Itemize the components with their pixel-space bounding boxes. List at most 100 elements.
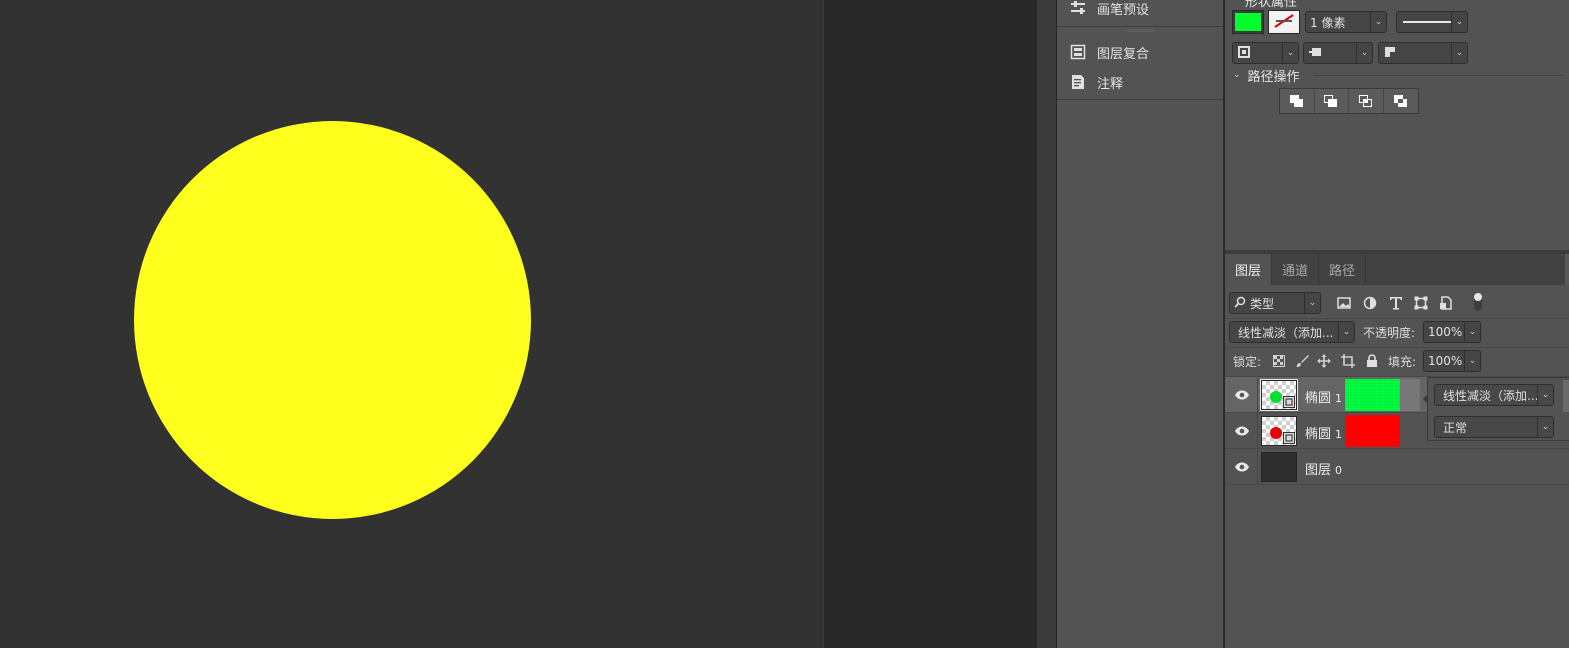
panel-dock-strip[interactable] <box>1037 0 1057 648</box>
tab-layers[interactable]: 图层 <box>1225 254 1273 285</box>
artboard-icon <box>1341 354 1355 368</box>
stroke-caps-dropdown[interactable]: ⌄ <box>1303 42 1373 64</box>
path-operations-header[interactable]: ⌄ 路径操作 <box>1233 66 1300 85</box>
layers-panel: 图层 通道 路径 类型 ⌄ 线性减淡（添加... ⌄ 不透明度: 100% ⌄ … <box>1225 254 1569 648</box>
document-canvas[interactable] <box>0 0 823 648</box>
type-icon <box>1390 297 1402 310</box>
blend-opacity-row: 线性减淡（添加... ⌄ 不透明度: 100% ⌄ <box>1225 318 1569 346</box>
brush-presets-icon <box>1070 0 1086 16</box>
chevron-down-icon: ⌄ <box>1537 417 1553 437</box>
tab-paths[interactable]: 路径 <box>1319 254 1367 285</box>
opacity-label: 不透明度: <box>1363 326 1416 340</box>
layer-name[interactable]: 椭圆 1 <box>1305 423 1342 442</box>
filter-smart-objects-button[interactable] <box>1437 294 1455 312</box>
popup-scrollbar[interactable] <box>1563 380 1569 412</box>
combine-shapes-button[interactable] <box>1280 89 1315 113</box>
panel-item-label: 画笔预设 <box>1097 2 1150 18</box>
popup-pointer <box>1423 394 1428 404</box>
layers-panel-tabs: 图层 通道 路径 <box>1225 254 1569 285</box>
stroke-color-button[interactable] <box>1268 10 1300 34</box>
checkerboard-icon <box>1273 355 1285 367</box>
properties-section-title: 形状属性 <box>1245 0 1298 10</box>
filter-pixel-layers-button[interactable] <box>1335 294 1353 312</box>
filter-adjustment-layers-button[interactable] <box>1361 294 1379 312</box>
chevron-down-icon: ⌄ <box>1464 351 1480 371</box>
eye-icon[interactable] <box>1233 423 1251 439</box>
lock-icon <box>1367 354 1377 367</box>
stroke-type-dropdown[interactable]: ⌄ <box>1396 11 1468 33</box>
exclude-overlap-button[interactable] <box>1384 89 1418 113</box>
layer-name-text: 椭圆 <box>1305 391 1332 406</box>
layer-name[interactable]: 椭圆 1 <box>1305 387 1342 406</box>
stroke-caps-icon <box>1308 45 1322 62</box>
eye-icon[interactable] <box>1233 459 1251 475</box>
panel-item-notes[interactable]: 注释 <box>1057 69 1223 95</box>
layer-filter-row: 类型 ⌄ <box>1225 289 1569 317</box>
layer-row[interactable]: 图层 0 <box>1225 449 1569 485</box>
layer-name-number: 1 <box>1335 392 1343 405</box>
panel-item-layer-comps[interactable]: 图层复合 <box>1057 39 1223 65</box>
opacity-value: 100% <box>1428 325 1463 339</box>
shape-icon <box>1414 296 1428 310</box>
subtract-front-shape-button[interactable] <box>1315 89 1349 113</box>
subtract-front-shape-icon <box>1324 95 1338 107</box>
chevron-down-icon: ⌄ <box>1370 12 1386 32</box>
toggle-icon <box>1474 293 1482 311</box>
filter-kind-dropdown[interactable]: 类型 ⌄ <box>1229 292 1321 314</box>
search-icon <box>1234 296 1246 311</box>
stroke-corners-dropdown[interactable]: ⌄ <box>1378 42 1468 64</box>
shape-layer-badge-icon <box>1283 432 1295 444</box>
fill-input[interactable]: 100% ⌄ <box>1423 350 1481 372</box>
popup-blend-mode-dropdown-2[interactable]: 正常 ⌄ <box>1434 416 1554 438</box>
fill-color-button[interactable] <box>1232 10 1264 34</box>
chevron-down-icon: ⌄ <box>1338 322 1354 342</box>
chevron-down-icon: ⌄ <box>1451 43 1467 63</box>
panel-item-brush-presets[interactable]: 画笔预设 <box>1057 0 1223 21</box>
panel-menu-edge[interactable] <box>1565 254 1569 285</box>
intersect-shapes-button[interactable] <box>1349 89 1384 113</box>
filter-toggle-switch[interactable] <box>1469 293 1487 311</box>
panel-grip[interactable] <box>1127 29 1155 32</box>
layer-comps-icon <box>1070 44 1086 60</box>
layer-name-number: 1 <box>1335 428 1343 441</box>
filter-type-layers-button[interactable] <box>1387 294 1405 312</box>
eye-icon[interactable] <box>1233 387 1251 403</box>
layer-thumbnail[interactable] <box>1260 379 1298 411</box>
stroke-align-dropdown[interactable]: ⌄ <box>1232 42 1299 64</box>
divider <box>1057 99 1223 100</box>
layer-thumbnail[interactable] <box>1261 452 1297 482</box>
blend-mode-dropdown[interactable]: 线性减淡（添加... ⌄ <box>1229 321 1355 343</box>
thumbnail-shape <box>1270 391 1282 403</box>
stroke-width-dropdown[interactable]: 1 像素 ⌄ <box>1305 11 1387 33</box>
lock-transparent-pixels-button[interactable] <box>1270 352 1288 370</box>
chevron-down-icon: ⌄ <box>1356 43 1372 63</box>
popup-blend-mode-dropdown-1[interactable]: 线性减淡（添加... ⌄ <box>1434 384 1554 406</box>
layer-swatch-shadow <box>1400 379 1420 411</box>
panel-item-label: 注释 <box>1097 76 1124 92</box>
layer-thumbnail[interactable] <box>1261 416 1297 446</box>
stroke-corners-icon <box>1383 45 1397 62</box>
yellow-ellipse-shape[interactable] <box>134 121 531 519</box>
tab-label: 图层 <box>1235 264 1262 279</box>
layer-color-swatch <box>1345 415 1400 447</box>
filter-shape-layers-button[interactable] <box>1412 294 1430 312</box>
stroke-align-icon <box>1237 45 1251 62</box>
opacity-input[interactable]: 100% ⌄ <box>1423 321 1481 343</box>
chevron-down-icon: ⌄ <box>1233 70 1241 80</box>
tab-label: 通道 <box>1282 264 1309 279</box>
layer-name[interactable]: 图层 0 <box>1305 459 1342 478</box>
tab-channels[interactable]: 通道 <box>1272 254 1320 285</box>
lock-image-pixels-button[interactable] <box>1293 352 1311 370</box>
lock-label: 锁定: <box>1233 355 1262 369</box>
layer-name-text: 图层 <box>1305 463 1332 478</box>
layer-color-swatch <box>1345 379 1400 411</box>
lock-position-button[interactable] <box>1315 352 1333 370</box>
stroke-width-value: 1 像素 <box>1310 15 1346 30</box>
solid-line-icon <box>1403 21 1451 23</box>
brush-icon <box>1296 355 1309 367</box>
lock-fill-row: 锁定: 填充: 100% ⌄ <box>1225 347 1569 375</box>
blend-mode-popup: 线性减淡（添加... ⌄ 正常 ⌄ <box>1423 377 1569 441</box>
lock-all-button[interactable] <box>1363 352 1381 370</box>
lock-artboard-button[interactable] <box>1339 352 1357 370</box>
divider <box>1313 75 1563 76</box>
